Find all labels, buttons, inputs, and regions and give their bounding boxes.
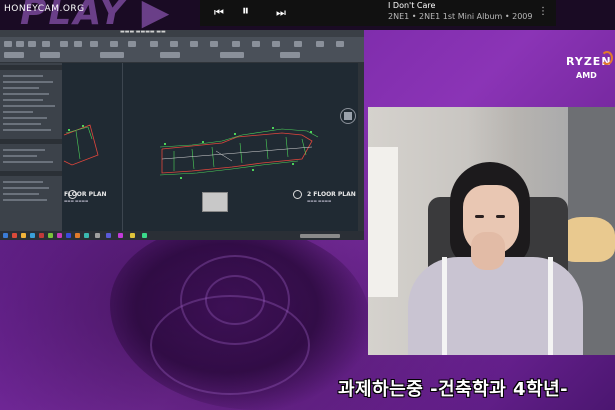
viewcube-face[interactable]	[344, 112, 352, 120]
ribbon-button[interactable]	[4, 41, 12, 47]
autocad-titlebar: ▬▬▬ ▬▬▬▬ ▬▬	[0, 29, 364, 37]
pause-icon[interactable]: ⏸	[242, 3, 249, 19]
app-icon[interactable]	[57, 233, 62, 238]
ribbon-button[interactable]	[110, 41, 118, 47]
ribbon-button[interactable]	[232, 41, 240, 47]
song-artist-album: 2NE1 • 2NE1 1st Mini Album • 2009	[388, 12, 533, 21]
top-strip: PLAY ▶ HONEYCAM.ORG ⏮ ⏸ ⏭ I Don't Care 2…	[0, 0, 615, 33]
autocad-ribbon[interactable]	[0, 37, 364, 63]
ribbon-button[interactable]	[28, 41, 36, 47]
stream-subtitle: 과제하는중 -건축학과 4학년-	[338, 379, 569, 400]
property-row[interactable]	[3, 105, 55, 107]
app-icon[interactable]	[48, 233, 53, 238]
property-row[interactable]	[3, 87, 39, 89]
ribbon-button[interactable]	[100, 52, 124, 58]
ribbon-button[interactable]	[60, 41, 68, 47]
ribbon-button[interactable]	[16, 41, 24, 47]
room-window	[368, 147, 398, 297]
webcam-feed	[368, 107, 615, 355]
panel-header	[0, 65, 62, 70]
property-row[interactable]	[3, 117, 47, 119]
ribbon-button[interactable]	[90, 41, 98, 47]
ribbon-button[interactable]	[272, 41, 280, 47]
app-icon[interactable]	[106, 233, 111, 238]
folder-icon[interactable]	[21, 233, 26, 238]
jacket-stripe	[442, 257, 447, 355]
app-icon[interactable]	[66, 233, 71, 238]
ribbon-button[interactable]	[280, 52, 300, 58]
ribbon-button[interactable]	[40, 52, 60, 58]
watermark: HONEYCAM.ORG	[4, 4, 85, 14]
more-vert-icon[interactable]: ⋮	[538, 6, 548, 17]
floor-plan-2-label: 2 FLOOR PLAN	[307, 191, 356, 198]
autocad-icon[interactable]	[39, 233, 44, 238]
plan-marker-icon	[293, 190, 302, 199]
ribbon-button[interactable]	[220, 52, 244, 58]
viewport-divider	[122, 63, 123, 231]
app-icon[interactable]	[130, 233, 135, 238]
property-row[interactable]	[3, 123, 41, 125]
streamer-eye	[475, 215, 484, 218]
ribbon-button[interactable]	[128, 41, 136, 47]
property-row[interactable]	[3, 193, 39, 195]
ribbon-button[interactable]	[74, 41, 82, 47]
skip-next-icon[interactable]: ⏭	[276, 6, 286, 20]
ribbon-button[interactable]	[4, 52, 24, 58]
property-row[interactable]	[3, 181, 43, 183]
app-icon[interactable]	[95, 233, 100, 238]
ribbon-button[interactable]	[150, 41, 158, 47]
floor-plan-label: FLOOR PLAN	[64, 191, 107, 198]
app-icon[interactable]	[30, 233, 35, 238]
app-icon[interactable]	[75, 233, 80, 238]
drawing-tooltip-popup[interactable]	[202, 192, 228, 212]
app-icon[interactable]	[84, 233, 89, 238]
amd-logo: AMD	[576, 71, 597, 80]
property-row[interactable]	[3, 75, 43, 77]
floor-plan-2-scale: ▬▬▬ ▬▬▬▬	[307, 199, 332, 203]
ribbon-button[interactable]	[210, 41, 218, 47]
properties-panel[interactable]	[0, 63, 62, 231]
ribbon-button[interactable]	[160, 52, 180, 58]
property-row[interactable]	[3, 93, 49, 95]
app-icon[interactable]	[142, 233, 147, 238]
start-icon[interactable]	[3, 233, 8, 238]
property-row[interactable]	[3, 149, 45, 151]
property-row[interactable]	[3, 111, 33, 113]
app-icon[interactable]	[12, 233, 17, 238]
ryzen-ring-icon	[601, 51, 613, 65]
skip-previous-icon[interactable]: ⏮	[214, 6, 224, 20]
music-player-bar: ⏮ ⏸ ⏭ I Don't Care 2NE1 • 2NE1 1st Mini …	[200, 0, 556, 26]
property-row[interactable]	[3, 155, 37, 157]
property-row[interactable]	[3, 99, 43, 101]
ribbon-button[interactable]	[42, 41, 50, 47]
property-row[interactable]	[3, 161, 53, 163]
system-tray[interactable]	[300, 234, 340, 238]
ribbon-button[interactable]	[190, 41, 198, 47]
ribbon-button[interactable]	[252, 41, 260, 47]
windows-taskbar[interactable]	[0, 231, 364, 240]
jacket-stripe	[548, 257, 553, 355]
ribbon-button[interactable]	[336, 41, 344, 47]
streamer-hand	[471, 232, 505, 270]
streamer-jacket	[408, 257, 583, 355]
property-row[interactable]	[3, 199, 47, 201]
ribbon-button[interactable]	[294, 41, 302, 47]
panel-header	[0, 171, 62, 176]
ribbon-button[interactable]	[170, 41, 178, 47]
property-row[interactable]	[3, 81, 53, 83]
panel-header	[0, 139, 62, 144]
property-row[interactable]	[3, 129, 51, 131]
ribbon-button[interactable]	[316, 41, 324, 47]
vertical-scrollbar[interactable]	[358, 63, 364, 231]
property-row[interactable]	[3, 187, 49, 189]
autocad-window[interactable]: ▬▬▬ ▬▬▬▬ ▬▬ FLOOR PLAN ▬▬▬ ▬▬▬▬ 2 FLOOR …	[0, 29, 364, 240]
song-title: I Don't Care	[388, 1, 436, 10]
floor-plan-scale: ▬▬▬ ▬▬▬▬	[64, 199, 89, 203]
streamer-eye	[496, 215, 505, 218]
app-icon[interactable]	[118, 233, 123, 238]
